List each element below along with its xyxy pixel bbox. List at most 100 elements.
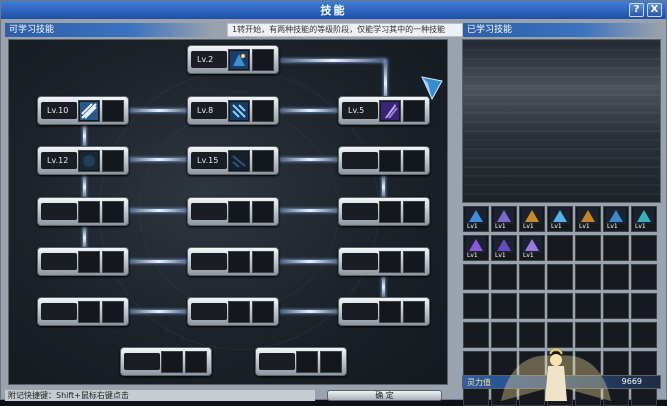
skill-empty-slot[interactable]: [403, 301, 425, 323]
skill-icon-slot[interactable]: [78, 100, 100, 122]
empty-skill-slot[interactable]: [631, 264, 657, 290]
empty-skill-slot[interactable]: [575, 264, 601, 290]
skill-node-empty[interactable]: [37, 247, 129, 276]
skill-node-lv8[interactable]: Lv.8: [187, 96, 279, 125]
empty-skill-slot[interactable]: [631, 351, 657, 377]
empty-skill-slot[interactable]: [547, 293, 573, 319]
skill-node-empty[interactable]: [187, 247, 279, 276]
empty-skill-slot[interactable]: [547, 235, 573, 261]
empty-skill-slot[interactable]: [491, 264, 517, 290]
learned-skill-slot[interactable]: Lv1: [463, 206, 489, 232]
close-button[interactable]: X: [647, 3, 662, 17]
empty-skill-slot[interactable]: [519, 293, 545, 319]
skill-empty-slot[interactable]: [102, 201, 124, 223]
skill-node-lv2[interactable]: Lv.2: [187, 45, 279, 74]
empty-skill-slot[interactable]: [603, 235, 629, 261]
skill-empty-slot[interactable]: [228, 201, 250, 223]
skill-empty-slot[interactable]: [252, 201, 274, 223]
empty-skill-slot[interactable]: [463, 351, 489, 377]
skill-empty-slot[interactable]: [379, 201, 401, 223]
skill-empty-slot[interactable]: [379, 150, 401, 172]
empty-skill-slot[interactable]: [519, 322, 545, 348]
learned-skill-slot[interactable]: Lv1: [631, 206, 657, 232]
skill-empty-slot[interactable]: [252, 150, 274, 172]
skill-empty-slot[interactable]: [78, 301, 100, 323]
empty-skill-slot[interactable]: [491, 293, 517, 319]
skill-empty-slot[interactable]: [228, 301, 250, 323]
skill-empty-slot[interactable]: [252, 301, 274, 323]
empty-skill-slot[interactable]: [463, 322, 489, 348]
skill-node-empty[interactable]: [120, 347, 212, 376]
empty-skill-slot[interactable]: [603, 293, 629, 319]
empty-skill-slot[interactable]: [631, 293, 657, 319]
skill-icon-slot[interactable]: [228, 100, 250, 122]
skill-icon-slot[interactable]: [78, 150, 100, 172]
empty-skill-slot[interactable]: [547, 322, 573, 348]
confirm-button[interactable]: 确 定: [327, 390, 442, 401]
empty-skill-slot[interactable]: [519, 264, 545, 290]
skill-empty-slot[interactable]: [252, 251, 274, 273]
tree-link: [281, 59, 385, 62]
skill-node-empty[interactable]: [338, 146, 430, 175]
skill-icon-slot[interactable]: [379, 100, 401, 122]
empty-skill-slot[interactable]: [547, 264, 573, 290]
skill-empty-slot[interactable]: [102, 251, 124, 273]
learned-skill-slot[interactable]: Lv1: [603, 206, 629, 232]
skill-empty-slot[interactable]: [161, 351, 183, 373]
skill-empty-slot[interactable]: [102, 100, 124, 122]
skill-node-empty[interactable]: [255, 347, 347, 376]
skill-node-empty[interactable]: [338, 247, 430, 276]
skill-empty-slot[interactable]: [102, 150, 124, 172]
skill-node-empty[interactable]: [37, 297, 129, 326]
skill-node-empty[interactable]: [37, 197, 129, 226]
skill-empty-slot[interactable]: [320, 351, 342, 373]
empty-skill-slot[interactable]: [575, 293, 601, 319]
skill-node-lv15[interactable]: Lv.15: [187, 146, 279, 175]
learned-panel-caption: 已学习技能: [463, 23, 662, 37]
skill-node-lv12[interactable]: Lv.12: [37, 146, 129, 175]
empty-skill-slot[interactable]: [463, 293, 489, 319]
empty-skill-slot[interactable]: [603, 264, 629, 290]
help-button[interactable]: ?: [629, 3, 644, 17]
skill-node-empty[interactable]: [187, 197, 279, 226]
skill-empty-slot[interactable]: [403, 201, 425, 223]
empty-skill-slot[interactable]: [575, 322, 601, 348]
skill-empty-slot[interactable]: [252, 100, 274, 122]
skill-empty-slot[interactable]: [379, 301, 401, 323]
learned-skill-slot[interactable]: Lv1: [519, 235, 545, 261]
learned-skill-slot[interactable]: Lv1: [491, 206, 517, 232]
learned-skill-slot[interactable]: Lv1: [519, 206, 545, 232]
learned-skill-level: Lv1: [551, 223, 562, 230]
skill-empty-slot[interactable]: [185, 351, 207, 373]
skill-empty-slot[interactable]: [296, 351, 318, 373]
learned-skill-slot[interactable]: Lv1: [463, 235, 489, 261]
skill-empty-slot[interactable]: [403, 251, 425, 273]
skill-node-empty[interactable]: [338, 297, 430, 326]
crystal-shard-icon[interactable]: [420, 75, 444, 101]
title-bar[interactable]: 技能 ? X: [1, 1, 666, 19]
skill-icon-slot[interactable]: [228, 150, 250, 172]
learned-skill-slot[interactable]: Lv1: [491, 235, 517, 261]
skill-empty-slot[interactable]: [403, 100, 425, 122]
skill-empty-slot[interactable]: [78, 201, 100, 223]
empty-skill-slot[interactable]: [463, 264, 489, 290]
skill-node-lv5[interactable]: Lv.5: [338, 96, 430, 125]
skill-icon-slot[interactable]: [228, 49, 250, 71]
skill-empty-slot[interactable]: [78, 251, 100, 273]
learned-skill-slot[interactable]: Lv1: [547, 206, 573, 232]
empty-skill-slot[interactable]: [603, 322, 629, 348]
skill-node-empty[interactable]: [338, 197, 430, 226]
skill-empty-slot[interactable]: [252, 49, 274, 71]
skill-empty-slot[interactable]: [228, 251, 250, 273]
skill-empty-slot[interactable]: [403, 150, 425, 172]
skill-node-empty[interactable]: [187, 297, 279, 326]
skill-empty-slot[interactable]: [102, 301, 124, 323]
learned-skill-slot[interactable]: Lv1: [575, 206, 601, 232]
skill-level-blank: [191, 253, 227, 270]
empty-skill-slot[interactable]: [575, 235, 601, 261]
empty-skill-slot[interactable]: [631, 322, 657, 348]
skill-node-lv10[interactable]: Lv.10: [37, 96, 129, 125]
empty-skill-slot[interactable]: [631, 235, 657, 261]
empty-skill-slot[interactable]: [491, 322, 517, 348]
skill-empty-slot[interactable]: [379, 251, 401, 273]
